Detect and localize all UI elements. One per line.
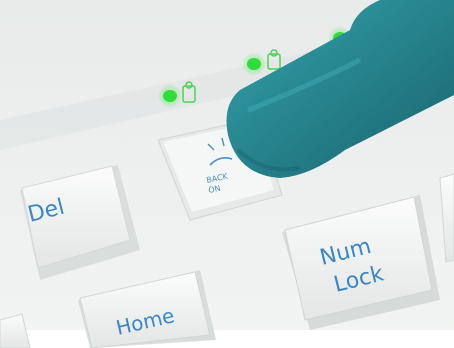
indicator-led-1 xyxy=(158,84,182,108)
indicator-led-2 xyxy=(242,52,266,76)
bottom-gap xyxy=(0,330,454,348)
keyboard-photo: BACK ON Del Num Lock Home xyxy=(0,0,454,348)
